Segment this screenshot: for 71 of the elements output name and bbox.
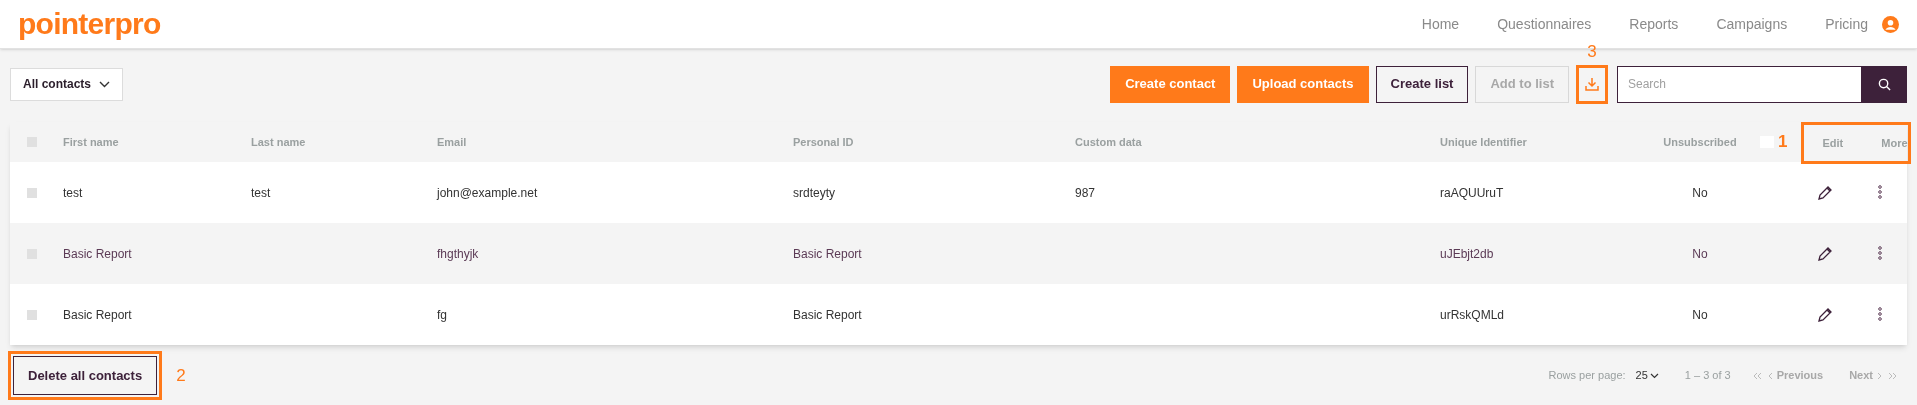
table-cell: fhgthyjk bbox=[437, 246, 479, 261]
nav-link[interactable]: Home bbox=[1421, 13, 1460, 35]
table-cell: No bbox=[1692, 185, 1708, 200]
rows-per-page-label: Rows per page: bbox=[1548, 368, 1626, 384]
list-dropdown[interactable]: All contacts bbox=[10, 67, 123, 101]
download-icon bbox=[1585, 77, 1599, 91]
pencil-icon bbox=[1817, 184, 1833, 201]
table-cell: john@example.net bbox=[437, 185, 538, 200]
table-cell: No bbox=[1692, 307, 1708, 322]
last-page-icon[interactable] bbox=[1888, 371, 1897, 380]
table-cell: 987 bbox=[1075, 185, 1096, 200]
kebab-icon bbox=[1878, 306, 1882, 321]
table-cell: test bbox=[63, 185, 83, 200]
table-cell: Basic Report bbox=[63, 246, 132, 261]
column-header: Email bbox=[437, 135, 467, 148]
logo[interactable]: pointerpro bbox=[18, 9, 161, 39]
table-cell: Basic Report bbox=[63, 307, 132, 322]
more-button[interactable] bbox=[1875, 184, 1885, 201]
column-header: Unique Identifier bbox=[1440, 135, 1527, 148]
kebab-icon bbox=[1878, 184, 1882, 199]
table-cell: srdteyty bbox=[793, 185, 835, 200]
pencil-icon bbox=[1817, 306, 1833, 323]
toolbar-button[interactable]: Create list bbox=[1375, 65, 1469, 103]
annotation-number: 2 bbox=[176, 365, 186, 385]
table-cell: raAQUUruT bbox=[1440, 185, 1504, 200]
chevron-right-icon bbox=[1877, 371, 1882, 380]
table-cell: No bbox=[1692, 246, 1708, 261]
column-header: Last name bbox=[251, 135, 306, 148]
rows-per-page-select[interactable]: 25 bbox=[1635, 367, 1659, 384]
search-field[interactable]: Search bbox=[1617, 65, 1862, 103]
column-header: First name bbox=[63, 135, 119, 148]
previous-button[interactable]: Previous bbox=[1767, 367, 1824, 384]
more-button[interactable] bbox=[1875, 245, 1885, 262]
search-icon bbox=[1878, 77, 1891, 91]
column-header: Unsubscribed bbox=[1663, 135, 1737, 148]
column-header: More bbox=[1881, 135, 1908, 151]
table-cell: Basic Report bbox=[793, 307, 862, 322]
annotation-number: 3 bbox=[1587, 41, 1597, 61]
table-cell: test bbox=[251, 185, 271, 200]
toolbar-button[interactable]: Create contact bbox=[1110, 65, 1231, 103]
download-button[interactable] bbox=[1576, 64, 1608, 104]
chevron-down-icon bbox=[1649, 372, 1659, 379]
table-cell: uJEbjt2db bbox=[1440, 246, 1494, 261]
table-row[interactable]: Basic Report fhgthyjk Basic Report uJEbjt2db No bbox=[10, 223, 1907, 284]
user-icon[interactable] bbox=[1882, 15, 1899, 33]
table-row[interactable]: Basic Report fg Basic Report urRskQMLd No bbox=[10, 284, 1907, 345]
checkbox[interactable] bbox=[27, 187, 37, 198]
nav-link[interactable]: Pricing bbox=[1825, 13, 1868, 35]
nav-link[interactable]: Reports bbox=[1629, 13, 1679, 35]
nav-link[interactable]: Campaigns bbox=[1716, 13, 1788, 35]
nav-link[interactable]: Questionnaires bbox=[1497, 13, 1592, 35]
chevron-down-icon bbox=[99, 80, 110, 88]
column-header: Personal ID bbox=[793, 135, 854, 148]
more-button[interactable] bbox=[1875, 306, 1885, 323]
column-header: Edit bbox=[1822, 135, 1844, 151]
chevron-left-icon bbox=[1767, 371, 1773, 380]
toolbar-button[interactable]: Upload contacts bbox=[1237, 65, 1369, 103]
annotation-number: 1 bbox=[1778, 131, 1788, 154]
search-button[interactable] bbox=[1862, 65, 1907, 103]
next-button[interactable]: Next bbox=[1849, 367, 1882, 384]
table-row[interactable]: test test john@example.net srdteyty 987 raAQUUruT No bbox=[10, 162, 1907, 223]
pencil-icon bbox=[1817, 245, 1833, 262]
table-cell: fg bbox=[437, 307, 447, 322]
table-cell: urRskQMLd bbox=[1440, 307, 1504, 322]
checkbox[interactable] bbox=[27, 309, 37, 320]
column-header: Custom data bbox=[1075, 135, 1142, 148]
table-cell: Basic Report bbox=[793, 246, 862, 261]
delete-all-button[interactable]: Delete all contacts bbox=[13, 356, 158, 395]
page-range: 1 – 3 of 3 bbox=[1684, 368, 1731, 384]
kebab-icon bbox=[1878, 245, 1882, 260]
first-page-icon[interactable] bbox=[1752, 371, 1762, 380]
